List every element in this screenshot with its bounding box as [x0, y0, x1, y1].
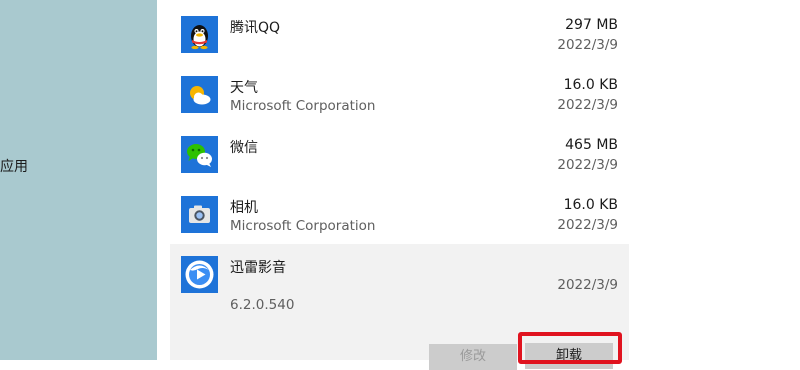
app-name: 相机: [230, 200, 258, 216]
app-date: 2022/3/9: [557, 277, 618, 293]
app-date: 2022/3/9: [557, 157, 618, 173]
app-publisher: Microsoft Corporation: [230, 218, 376, 234]
app-date: 2022/3/9: [557, 217, 618, 233]
app-row-wechat[interactable]: 微信 465 MB 2022/3/9: [170, 120, 629, 180]
app-name: 微信: [230, 140, 258, 156]
app-name: 迅雷影音: [230, 260, 286, 276]
app-row-qq[interactable]: 腾讯QQ 297 MB 2022/3/9: [170, 0, 629, 60]
wechat-icon: [181, 136, 218, 173]
app-date: 2022/3/9: [557, 97, 618, 113]
modify-button[interactable]: 修改: [429, 344, 517, 370]
camera-icon: [181, 196, 218, 233]
app-size: 465 MB: [565, 137, 618, 153]
app-row-camera[interactable]: 相机 Microsoft Corporation 16.0 KB 2022/3/…: [170, 180, 629, 244]
app-size: 16.0 KB: [563, 197, 618, 213]
app-date: 2022/3/9: [557, 37, 618, 53]
uninstall-button[interactable]: 卸载: [525, 343, 613, 369]
app-name: 腾讯QQ: [230, 20, 281, 36]
right-pane: [630, 0, 800, 360]
app-size: 16.0 KB: [563, 77, 618, 93]
app-size: 297 MB: [565, 17, 618, 33]
app-name: 天气: [230, 80, 258, 96]
sidebar-item-apps-label[interactable]: 应用: [0, 156, 28, 176]
app-row-xunlei-player[interactable]: 迅雷影音 2022/3/9 6.2.0.540 修改 卸载: [170, 244, 629, 370]
app-version: 6.2.0.540: [230, 297, 295, 313]
app-list: 腾讯QQ 297 MB 2022/3/9 天气 Microsoft Corpor…: [170, 0, 629, 370]
app-publisher: Microsoft Corporation: [230, 98, 376, 114]
weather-icon: [181, 76, 218, 113]
sidebar: 应用: [0, 0, 157, 360]
app-row-weather[interactable]: 天气 Microsoft Corporation 16.0 KB 2022/3/…: [170, 60, 629, 120]
xunlei-player-icon: [181, 256, 218, 293]
qq-penguin-icon: [181, 16, 218, 53]
